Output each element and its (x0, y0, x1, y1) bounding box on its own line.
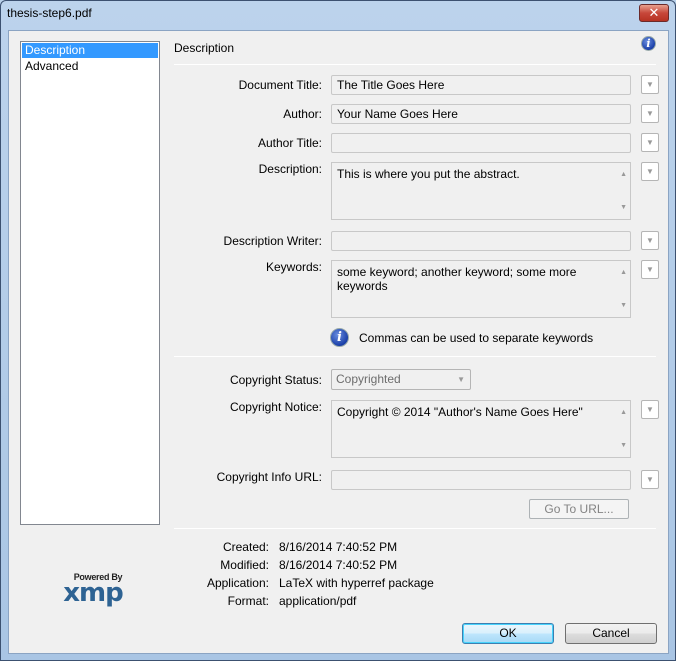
copyright-status-value: Copyrighted (336, 372, 401, 386)
xmp-logo-text: xmp (63, 578, 123, 608)
keywords-dropdown[interactable]: ▼ (641, 260, 659, 279)
chevron-down-icon: ▼ (646, 138, 654, 147)
application-label: Application: (206, 576, 269, 590)
modified-label: Modified: (220, 558, 269, 572)
description-text: This is where you put the abstract. (337, 167, 520, 181)
copyright-notice-text: Copyright © 2014 "Author's Name Goes Her… (337, 405, 583, 419)
ok-button[interactable]: OK (462, 623, 554, 644)
scroll-up-icon[interactable]: ▲ (620, 266, 627, 280)
close-button[interactable]: ✕ (639, 4, 669, 22)
section-title: Description (174, 41, 235, 55)
divider (174, 528, 656, 529)
divider (174, 356, 656, 357)
scroll-down-icon[interactable]: ▼ (620, 299, 627, 313)
application-value: LaTeX with hyperref package (279, 576, 434, 590)
chevron-down-icon: ▼ (457, 375, 465, 384)
go-to-url-button[interactable]: Go To URL... (529, 499, 629, 519)
copyright-notice-label: Copyright Notice: (229, 400, 322, 414)
scroll-down-icon[interactable]: ▼ (620, 439, 627, 453)
description-writer-dropdown[interactable]: ▼ (641, 231, 659, 250)
copyright-status-label: Copyright Status: (229, 373, 322, 387)
description-writer-label: Description Writer: (223, 234, 322, 248)
author-dropdown[interactable]: ▼ (641, 104, 659, 123)
keywords-hint: Commas can be used to separate keywords (359, 331, 594, 345)
modified-value: 8/16/2014 7:40:52 PM (279, 558, 398, 572)
scroll-down-icon[interactable]: ▼ (620, 201, 627, 215)
copyright-notice-textarea[interactable]: Copyright © 2014 "Author's Name Goes Her… (331, 400, 631, 458)
info-icon[interactable]: i (641, 36, 656, 51)
dialog-client: Description Advanced Description i Docum… (8, 30, 669, 654)
copyright-status-select[interactable]: Copyrighted ▼ (331, 369, 471, 390)
chevron-down-icon: ▼ (646, 475, 654, 484)
keywords-label: Keywords: (265, 260, 322, 274)
format-label: Format: (227, 594, 269, 608)
document-title-input[interactable]: The Title Goes Here (331, 75, 631, 95)
author-label: Author: (283, 107, 322, 121)
chevron-down-icon: ▼ (646, 236, 654, 245)
chevron-down-icon: ▼ (646, 80, 654, 89)
chevron-down-icon: ▼ (646, 167, 654, 176)
copyright-notice-dropdown[interactable]: ▼ (641, 400, 659, 419)
dialog-window: thesis-step6.pdf ✕ Description Advanced … (0, 0, 676, 661)
description-textarea[interactable]: This is where you put the abstract. ▲ ▼ (331, 162, 631, 220)
author-title-dropdown[interactable]: ▼ (641, 133, 659, 152)
description-dropdown[interactable]: ▼ (641, 162, 659, 181)
scroll-up-icon[interactable]: ▲ (620, 168, 627, 182)
chevron-down-icon: ▼ (646, 265, 654, 274)
author-title-label: Author Title: (257, 136, 322, 150)
cancel-button[interactable]: Cancel (565, 623, 657, 644)
divider (174, 64, 656, 65)
sidebar-item-advanced[interactable]: Advanced (22, 59, 158, 74)
format-value: application/pdf (279, 594, 357, 608)
document-title-label: Document Title: (238, 78, 322, 92)
chevron-down-icon: ▼ (646, 109, 654, 118)
close-icon: ✕ (648, 5, 660, 20)
copyright-url-dropdown[interactable]: ▼ (641, 470, 659, 489)
copyright-url-input[interactable] (331, 470, 631, 490)
created-value: 8/16/2014 7:40:52 PM (279, 540, 398, 554)
document-title-dropdown[interactable]: ▼ (641, 75, 659, 94)
keywords-textarea[interactable]: some keyword; another keyword; some more… (331, 260, 631, 318)
description-label: Description: (258, 162, 322, 176)
category-list: Description Advanced (20, 41, 160, 525)
keywords-text: some keyword; another keyword; some more… (337, 265, 577, 293)
sidebar-item-description[interactable]: Description (22, 43, 158, 58)
xmp-logo: Powered By xmp (53, 572, 133, 608)
description-writer-input[interactable] (331, 231, 631, 251)
copyright-url-label: Copyright Info URL: (216, 470, 322, 484)
title-bar: thesis-step6.pdf ✕ (1, 1, 675, 27)
created-label: Created: (222, 540, 269, 554)
author-title-input[interactable] (331, 133, 631, 153)
info-icon: i (330, 328, 349, 347)
window-title: thesis-step6.pdf (7, 6, 92, 20)
chevron-down-icon: ▼ (646, 405, 654, 414)
author-input[interactable]: Your Name Goes Here (331, 104, 631, 124)
scroll-up-icon[interactable]: ▲ (620, 406, 627, 420)
